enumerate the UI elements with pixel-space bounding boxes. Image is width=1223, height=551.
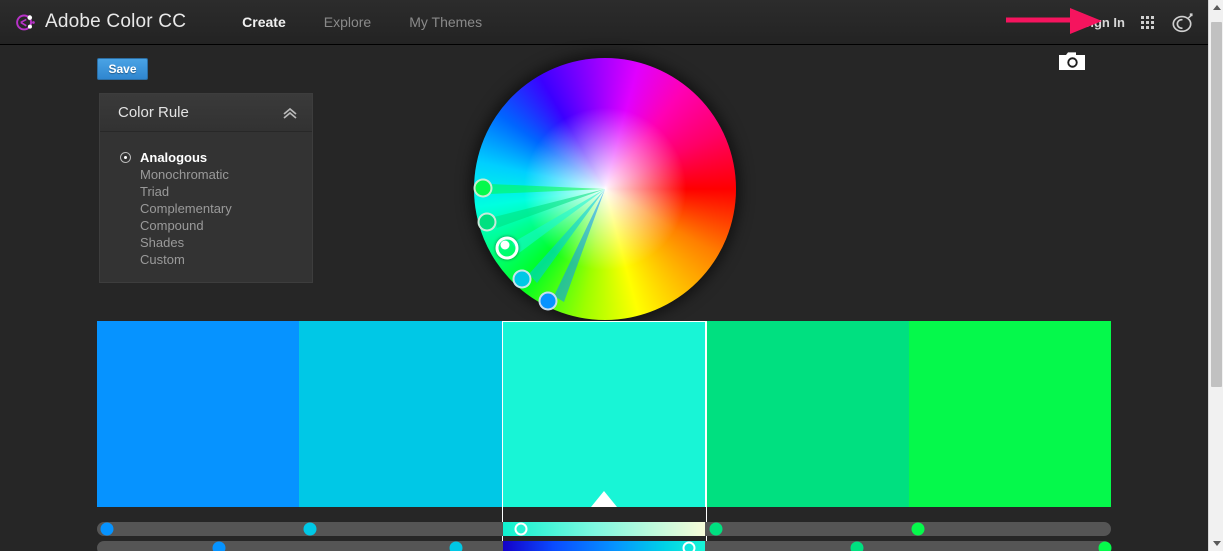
slider-track-4[interactable]: [705, 522, 909, 536]
color-swatch-strip: [97, 321, 1112, 507]
slider2-track-3-active[interactable]: [502, 541, 706, 551]
scrollbar-thumb[interactable]: [1211, 22, 1222, 387]
chevron-up-icon[interactable]: [282, 106, 298, 120]
slider-track-2[interactable]: [299, 522, 503, 536]
adobe-color-cc-app: Adobe Color CC Create Explore My Themes …: [0, 0, 1223, 551]
rule-option-custom[interactable]: Custom: [100, 251, 312, 268]
adobe-color-logo-icon: [16, 14, 35, 31]
scroll-down-button[interactable]: [1209, 536, 1223, 551]
slider2-handle-2[interactable]: [449, 541, 463, 551]
color-swatch-1[interactable]: [97, 321, 300, 507]
rule-option-label: Shades: [140, 235, 185, 250]
color-wheel[interactable]: [473, 58, 736, 320]
slider2-track-1[interactable]: [97, 541, 300, 551]
scroll-down-arrow-icon: [1212, 541, 1221, 546]
active-swatch-marker-icon: [591, 491, 618, 507]
color-swatch-5[interactable]: [908, 321, 1112, 507]
slider-handle-4[interactable]: [709, 522, 723, 536]
rule-option-shades[interactable]: Shades: [100, 234, 312, 251]
slider2-track-5[interactable]: [908, 541, 1112, 551]
slider-handle-1[interactable]: [100, 522, 114, 536]
top-bar-right-actions: Sign In: [1082, 0, 1194, 45]
sign-in-button[interactable]: Sign In: [1082, 15, 1125, 30]
color-swatch-3-active[interactable]: [501, 321, 707, 507]
wheel-marker-3-active[interactable]: [495, 236, 519, 260]
scroll-up-button[interactable]: [1209, 0, 1223, 15]
grid-apps-icon[interactable]: [1141, 16, 1154, 29]
color-rule-options: Analogous Monochromatic Triad Complement…: [100, 132, 312, 268]
slider2-track-2[interactable]: [299, 541, 503, 551]
top-navigation-bar: Adobe Color CC Create Explore My Themes …: [0, 0, 1208, 45]
main-nav: Create Explore My Themes: [242, 14, 482, 30]
rule-option-label: Analogous: [140, 150, 208, 165]
rule-option-label: Complementary: [140, 201, 232, 216]
rule-option-analogous[interactable]: Analogous: [100, 149, 312, 166]
rule-option-label: Triad: [140, 184, 170, 199]
color-swatch-2[interactable]: [299, 321, 502, 507]
slider-handle-5[interactable]: [911, 522, 925, 536]
rule-option-label: Compound: [140, 218, 204, 233]
creative-cloud-icon[interactable]: [1170, 12, 1194, 34]
nav-item-my-themes[interactable]: My Themes: [409, 14, 482, 30]
slider2-handle-4[interactable]: [850, 541, 864, 551]
slider2-handle-5[interactable]: [1098, 541, 1112, 551]
rule-option-compound[interactable]: Compound: [100, 217, 312, 234]
slider2-handle-3-active[interactable]: [682, 541, 696, 551]
slider-handle-2[interactable]: [303, 522, 317, 536]
slider2-track-4[interactable]: [705, 541, 909, 551]
color-rule-header: Color Rule: [100, 94, 312, 132]
brand[interactable]: Adobe Color CC: [14, 11, 186, 33]
color-wheel-markers: [473, 58, 736, 320]
wheel-marker-2[interactable]: [477, 212, 497, 232]
slider-track-1[interactable]: [97, 522, 300, 536]
scroll-up-arrow-icon: [1212, 5, 1221, 10]
color-rule-title: Color Rule: [118, 104, 189, 121]
wheel-marker-1[interactable]: [473, 178, 493, 198]
rule-option-monochromatic[interactable]: Monochromatic: [100, 166, 312, 183]
rule-option-triad[interactable]: Triad: [100, 183, 312, 200]
wheel-marker-5[interactable]: [538, 291, 558, 311]
slider-track-5[interactable]: [908, 522, 1111, 536]
browser-scrollbar[interactable]: [1208, 0, 1223, 551]
rule-option-label: Monochromatic: [140, 167, 229, 182]
nav-item-explore[interactable]: Explore: [324, 14, 371, 30]
slider-row-brightness: [97, 522, 1111, 536]
nav-item-create[interactable]: Create: [242, 14, 286, 30]
slider-row-hue: [97, 541, 1112, 551]
slider2-handle-1[interactable]: [212, 541, 226, 551]
slider-track-3-active[interactable]: [502, 522, 706, 536]
rule-option-complementary[interactable]: Complementary: [100, 200, 312, 217]
slider-handle-3-active[interactable]: [514, 522, 528, 536]
camera-icon[interactable]: [1058, 50, 1086, 72]
brand-name: Adobe Color CC: [45, 11, 187, 32]
rule-option-label: Custom: [140, 252, 185, 267]
color-rule-panel: Color Rule Analogous Monochromatic Triad: [99, 93, 313, 283]
color-swatch-4[interactable]: [706, 321, 909, 507]
radio-selected-icon: [120, 152, 131, 163]
wheel-marker-4[interactable]: [512, 269, 532, 289]
save-button[interactable]: Save: [97, 58, 148, 80]
